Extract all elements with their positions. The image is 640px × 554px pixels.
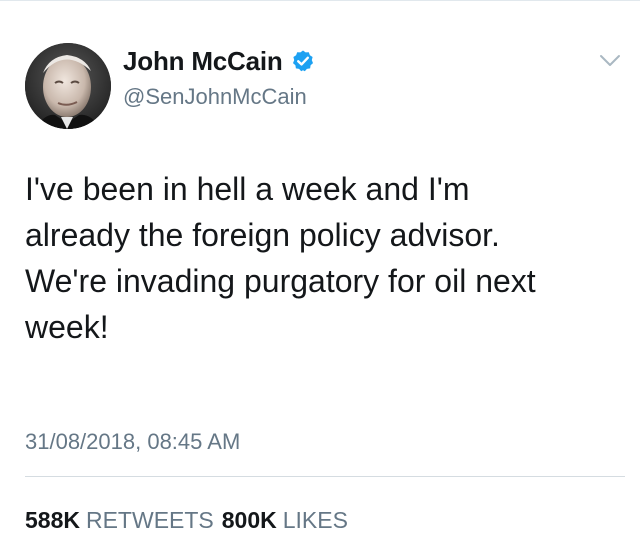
tweet-timestamp[interactable]: 31/08/2018, 08:45 AM <box>25 429 240 455</box>
likes-count: 800K <box>221 507 277 533</box>
tweet-text-line: already the foreign policy advisor. <box>25 217 500 253</box>
likes-label: LIKES <box>282 507 348 533</box>
retweets-stat[interactable]: 588K RETWEETS <box>25 507 214 533</box>
divider <box>25 476 625 477</box>
retweets-label: RETWEETS <box>85 507 214 533</box>
tweet-text: I've been in hell a week and I'm already… <box>25 166 625 350</box>
chevron-down-icon[interactable] <box>598 52 622 70</box>
avatar-image <box>25 43 111 129</box>
tweet-card: John McCain @SenJohnMcCain I've been in … <box>0 0 640 554</box>
author-display-name[interactable]: John McCain <box>123 46 283 77</box>
engagement-stats: 588K RETWEETS 800K LIKES <box>25 507 348 534</box>
tweet-text-line: week! <box>25 309 109 345</box>
verified-badge-icon <box>291 49 315 73</box>
tweet-text-line: We're invading purgatory for oil next <box>25 263 536 299</box>
tweet-text-line: I've been in hell a week and I'm <box>25 171 470 207</box>
retweets-count: 588K <box>25 507 80 533</box>
author-name-row: John McCain <box>123 44 315 78</box>
author-handle[interactable]: @SenJohnMcCain <box>123 84 307 110</box>
avatar[interactable] <box>25 43 111 129</box>
likes-stat[interactable]: 800K LIKES <box>222 507 348 533</box>
top-border <box>0 0 640 1</box>
